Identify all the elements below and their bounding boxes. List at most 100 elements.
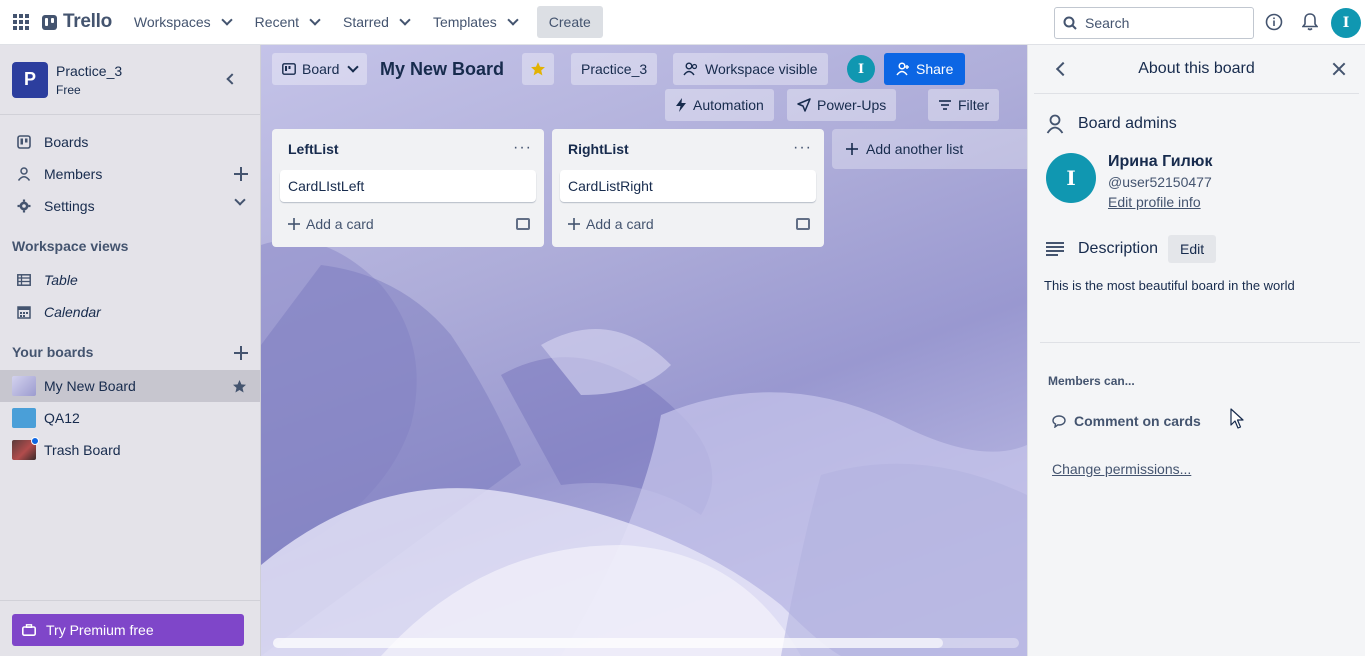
sidebar-item-table[interactable]: Table (0, 264, 260, 296)
share-button[interactable]: Share (884, 53, 966, 85)
admin-avatar[interactable]: I (1046, 153, 1096, 203)
add-card-label: Add a card (306, 216, 374, 232)
sidebar-item-settings[interactable]: Settings (0, 190, 260, 222)
list-menu-icon[interactable]: ··· (513, 139, 532, 157)
card-template-icon[interactable] (796, 218, 810, 230)
board-thumbnail (12, 408, 36, 428)
calendar-icon (16, 304, 32, 320)
people-icon (683, 62, 698, 76)
card[interactable]: CardListRight (560, 170, 816, 202)
trello-logo[interactable]: Trello (42, 11, 112, 33)
nav-workspaces[interactable]: Workspaces (124, 6, 241, 38)
sidebar-board-trash-board[interactable]: Trash Board (0, 434, 260, 466)
nav-label: Templates (432, 14, 497, 30)
list-title[interactable]: RightList (568, 141, 629, 157)
sidebar-item-label: Members (44, 166, 103, 182)
your-boards-heading: Your boards (12, 344, 94, 360)
sidebar-item-members[interactable]: Members (0, 158, 260, 190)
board-member-avatar[interactable]: I (847, 55, 875, 83)
comment-permission: Comment on cards (1052, 413, 1201, 429)
power-ups-label: Power-Ups (817, 97, 887, 113)
collapse-sidebar-icon[interactable] (226, 73, 238, 85)
sidebar-item-label: Calendar (44, 304, 101, 320)
list-title[interactable]: LeftList (288, 141, 339, 157)
logo-text: Trello (63, 11, 112, 32)
search-icon (1063, 16, 1077, 30)
rocket-icon (797, 98, 811, 112)
premium-briefcase-icon (22, 624, 36, 636)
description-edit-button[interactable]: Edit (1168, 235, 1217, 263)
plus-icon (846, 143, 858, 155)
sidebar-board-qa12[interactable]: QA12 (0, 402, 260, 434)
scrollbar-thumb[interactable] (273, 638, 943, 648)
nav-label: Starred (343, 14, 389, 30)
info-icon[interactable] (1264, 12, 1284, 32)
horizontal-scrollbar[interactable] (273, 638, 1019, 648)
notifications-bell-icon[interactable] (1300, 12, 1320, 32)
list-leftlist: LeftList ··· CardLIstLeft Add a card (272, 129, 544, 247)
top-navigation-bar: Trello Workspaces Recent Starred Templat… (0, 0, 1365, 45)
mouse-cursor-icon (1230, 408, 1244, 429)
admin-name: Ирина Гилюк (1108, 153, 1213, 170)
add-card-button[interactable]: Add a card (568, 216, 654, 232)
app-switcher-icon[interactable] (2, 0, 40, 45)
comment-icon (1052, 414, 1066, 428)
list-menu-icon[interactable]: ··· (793, 139, 812, 157)
board-view-label: Board (302, 61, 340, 77)
user-avatar[interactable]: I (1331, 8, 1361, 38)
star-filled-icon (531, 62, 545, 76)
star-board-button[interactable] (522, 53, 554, 85)
chevron-down-icon[interactable] (234, 194, 246, 206)
visibility-button[interactable]: Workspace visible (673, 53, 828, 85)
description-text[interactable]: This is the most beautiful board in the … (1044, 278, 1295, 293)
sidebar-board-label: QA12 (44, 410, 80, 426)
list-rightlist: RightList ··· CardListRight Add a card (552, 129, 824, 247)
description-lines-icon (1046, 242, 1064, 256)
nav-templates[interactable]: Templates (423, 6, 527, 38)
gear-icon (16, 198, 32, 214)
change-permissions-link[interactable]: Change permissions... (1052, 461, 1191, 477)
card[interactable]: CardLIstLeft (280, 170, 536, 202)
panel-header: About this board (1034, 45, 1359, 94)
star-icon[interactable] (232, 379, 247, 394)
panel-title: About this board (1138, 60, 1255, 77)
close-icon[interactable] (1329, 59, 1349, 79)
lightning-icon (676, 98, 686, 112)
premium-label: Try Premium free (46, 622, 154, 638)
board-view-icon (282, 63, 296, 75)
sidebar-item-label: Table (44, 272, 78, 288)
back-arrow-icon[interactable] (1055, 61, 1071, 77)
add-list-button[interactable]: Add another list (832, 129, 1027, 169)
board-view-switcher[interactable]: Board (272, 53, 368, 85)
sidebar: P Practice_3 Free Boards Members Setting… (0, 45, 261, 656)
sidebar-board-my-new-board[interactable]: My New Board (0, 370, 260, 402)
board-title-button[interactable]: My New Board (380, 53, 504, 85)
chevron-down-icon (347, 61, 360, 73)
members-can-label: Members can... (1048, 374, 1135, 388)
comment-permission-label: Comment on cards (1074, 413, 1201, 429)
sidebar-item-boards[interactable]: Boards (0, 126, 260, 158)
nav-starred[interactable]: Starred (333, 6, 419, 38)
add-member-icon[interactable] (234, 167, 248, 181)
filter-button[interactable]: Filter (928, 89, 1000, 121)
add-card-button[interactable]: Add a card (288, 216, 374, 232)
workspace-chip-label: Practice_3 (581, 61, 648, 77)
search-input[interactable]: Search (1054, 7, 1254, 39)
nav-recent[interactable]: Recent (245, 6, 329, 38)
admin-username: @user52150477 (1108, 174, 1212, 190)
create-button[interactable]: Create (536, 6, 603, 38)
try-premium-button[interactable]: Try Premium free (12, 614, 244, 646)
workspace-chip[interactable]: Practice_3 (571, 53, 658, 85)
divider (0, 600, 260, 601)
automation-button[interactable]: Automation (665, 89, 774, 121)
add-board-icon[interactable] (234, 346, 248, 360)
person-icon (1046, 114, 1064, 134)
edit-profile-link[interactable]: Edit profile info (1108, 194, 1201, 210)
plus-icon (288, 218, 300, 230)
card-template-icon[interactable] (516, 218, 530, 230)
nav-label: Recent (254, 14, 300, 30)
power-ups-button[interactable]: Power-Ups (787, 89, 897, 121)
sidebar-item-calendar[interactable]: Calendar (0, 296, 260, 328)
workspace-header: P Practice_3 Free (0, 45, 260, 115)
trello-logo-icon (42, 14, 57, 30)
